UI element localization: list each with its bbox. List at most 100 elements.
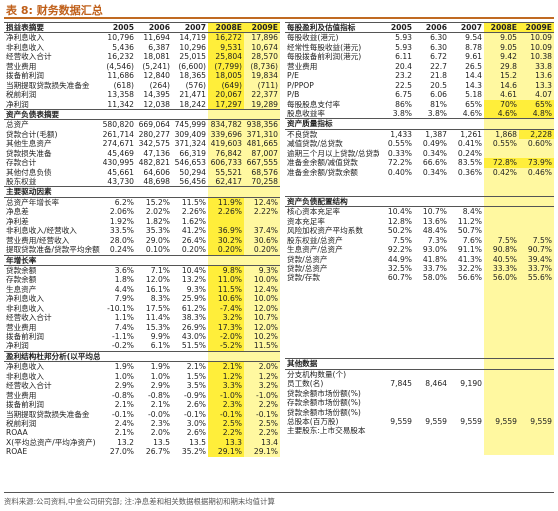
table-row: 生息资产/总资产 92.2% 93.0% 91.1% 90.8% 90.7%: [285, 245, 554, 255]
row-label: 风险加权资产平均系数: [287, 226, 363, 236]
value-cell: 40.5%: [484, 254, 519, 264]
row-label: 贷款余额市场份额(%): [287, 407, 361, 417]
value-cell: 10.7%: [244, 313, 280, 323]
year-header: [208, 350, 244, 363]
value-cell: 2.1%: [208, 361, 244, 372]
value-cell: 0.24%: [457, 148, 482, 158]
value-cell: 5.93: [395, 42, 412, 52]
table-row: 贷款/总资产 44.9% 41.8% 41.3% 40.5% 39.4%: [285, 254, 554, 264]
spacer-row: [285, 292, 554, 302]
value-cell: 9,559: [484, 416, 519, 427]
table-row: 总股本(百万股) 9,559 9,559 9,559 9,559 9,559: [285, 416, 554, 427]
value-cell: 9.9%: [150, 332, 170, 342]
value-cell: 5.18: [465, 90, 482, 100]
value-cell: 25.9%: [181, 294, 206, 304]
section-title: 资产质量指标: [285, 118, 379, 130]
row-label: P/PPOP: [287, 80, 314, 90]
value-cell: 1,387: [425, 129, 447, 139]
table-row: 拨备前利润 -1.1% 9.9% 43.0% -2.0% 10.2%: [4, 332, 280, 342]
value-cell: 1.0%: [114, 371, 134, 381]
value-cell: 3.2%: [244, 381, 280, 391]
row-label: 营业费用: [6, 390, 37, 400]
value-cell: -5.2%: [208, 341, 244, 352]
value-cell: 9.3%: [244, 265, 280, 276]
year-header: [136, 254, 172, 266]
year-header: 2008E: [484, 21, 519, 34]
value-cell: 45,469: [107, 148, 134, 158]
value-cell: 2.22%: [244, 207, 280, 217]
year-header: 2008E: [208, 21, 244, 34]
value-cell: [449, 389, 484, 398]
value-cell: 18,242: [179, 99, 206, 109]
value-cell: 7.1%: [150, 265, 170, 275]
row-label: 非利息收入: [6, 42, 44, 52]
value-cell: [484, 398, 519, 408]
value-cell: 0.55%: [387, 139, 412, 149]
section-title: 主要驱动因素: [4, 186, 100, 198]
row-label: 每股拨备前利润(港元): [287, 52, 362, 62]
value-cell: 33.5%: [109, 226, 134, 236]
value-cell: [379, 408, 414, 417]
value-cell: 669,064: [138, 120, 170, 130]
table-row: 核心资本充足率 10.4% 10.7% 8.4%: [285, 206, 554, 217]
table-row: 股东权益/总资产 7.5% 7.3% 7.6% 7.5% 7.5%: [285, 235, 554, 246]
table-row: 存款合计 430,995 482,821 546,653 606,733 667,555: [4, 158, 280, 168]
value-cell: 50.7%: [457, 226, 482, 236]
value-cell: 83.5%: [457, 158, 482, 168]
spacer-row: [285, 177, 554, 187]
spacer-cell: [379, 436, 414, 445]
row-label: 存款余额市场份额(%): [287, 398, 361, 408]
spacer-cell: [414, 177, 449, 186]
value-cell: 7,845: [390, 379, 412, 389]
value-cell: 65%: [519, 99, 554, 109]
value-cell: 51.5%: [181, 341, 206, 351]
spacer-cell: [414, 349, 449, 359]
value-cell: 339,696: [208, 129, 244, 140]
value-cell: 4.07: [519, 90, 554, 100]
value-cell: -0.1%: [111, 409, 134, 419]
value-cell: -0.8%: [111, 390, 134, 400]
section-title: 每股盈利及估值指标: [285, 21, 379, 34]
value-cell: [208, 216, 244, 227]
value-cell: 16.1%: [145, 284, 170, 294]
value-cell: 26.4%: [181, 235, 206, 245]
value-cell: [519, 369, 554, 380]
value-cell: [379, 389, 414, 398]
spacer-row: [285, 435, 554, 446]
value-cell: 1.5%: [186, 371, 206, 381]
left-panel: 损益表摘要 2005 2006 2007 2008E 2009E 净利息收入 10,796 11…: [4, 21, 280, 457]
value-cell: [379, 398, 414, 407]
table-row: 其他生息资产 274,671 342,575 371,324 419,603 481,66…: [4, 139, 280, 149]
value-cell: 91.1%: [457, 245, 482, 255]
year-header: [449, 358, 484, 370]
value-cell: 17.3%: [208, 322, 244, 332]
value-cell: 1,261: [460, 129, 482, 139]
row-label: 贷款/存款: [287, 273, 320, 283]
spacer-cell: [519, 445, 554, 455]
table-row: ROAE 27.0% 26.7% 35.2% 29.1% 29.1%: [4, 447, 280, 457]
year-header: [484, 358, 519, 370]
value-cell: [379, 369, 414, 379]
row-label: 其他生息资产: [6, 139, 52, 149]
row-label: 每股股息支付率: [287, 99, 341, 109]
value-cell: 11.0%: [208, 275, 244, 285]
value-cell: 9,531: [208, 42, 244, 53]
value-cell: 39.4%: [519, 254, 554, 264]
value-cell: 7.5%: [519, 235, 554, 246]
table-row: 股息收益率 3.8% 3.8% 4.6% 4.6% 4.8%: [285, 108, 554, 119]
value-cell: 6.2%: [114, 197, 134, 207]
value-cell: [519, 226, 554, 236]
value-cell: (6,600): [178, 61, 206, 71]
year-header: [136, 186, 172, 198]
value-cell: 37.4%: [244, 226, 280, 236]
value-cell: -2.0%: [208, 332, 244, 342]
table-row: 净利息收入 7.9% 8.3% 25.9% 10.6% 10.0%: [4, 294, 280, 304]
value-cell: -0.8%: [147, 390, 170, 400]
row-label: 经营收入合计: [6, 52, 52, 62]
value-cell: [484, 407, 519, 417]
value-cell: 2.6%: [186, 428, 206, 438]
value-cell: [414, 426, 449, 435]
value-cell: 26.9%: [181, 322, 206, 332]
year-header: [519, 195, 554, 208]
value-cell: 10.6%: [208, 294, 244, 304]
